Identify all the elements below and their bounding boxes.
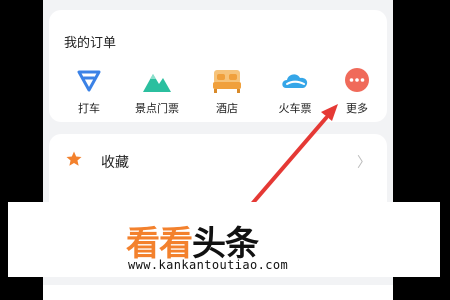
order-item-label: 景点门票	[135, 102, 179, 115]
orders-title: 我的订单	[64, 36, 117, 51]
order-item-train[interactable]: 火车票	[267, 66, 323, 116]
star-icon	[66, 151, 82, 166]
chevron-right-icon: 〉	[357, 155, 371, 171]
favorites-label: 收藏	[101, 155, 129, 171]
bottom-section	[43, 285, 393, 300]
taxi-icon	[77, 70, 101, 92]
order-item-label: 火车票	[278, 102, 312, 115]
order-item-tickets[interactable]: 景点门票	[129, 66, 185, 116]
hotel-bed-icon	[213, 70, 241, 93]
my-orders-card: 我的订单 打车 景点门票 酒店 火车票 更多	[49, 10, 387, 122]
order-item-label: 酒店	[216, 102, 238, 115]
more-dots-icon	[345, 68, 369, 92]
watermark-banner: 看看头条 www.kankantoutiao.com	[8, 202, 440, 277]
order-item-more[interactable]: 更多	[329, 66, 385, 116]
mountain-icon	[143, 74, 171, 92]
order-item-hotel[interactable]: 酒店	[199, 66, 255, 116]
watermark-url: www.kankantoutiao.com	[128, 258, 289, 272]
train-cloud-icon	[282, 74, 308, 88]
order-item-label: 打车	[78, 102, 100, 115]
order-item-taxi[interactable]: 打车	[61, 66, 117, 116]
order-item-label: 更多	[346, 102, 368, 115]
